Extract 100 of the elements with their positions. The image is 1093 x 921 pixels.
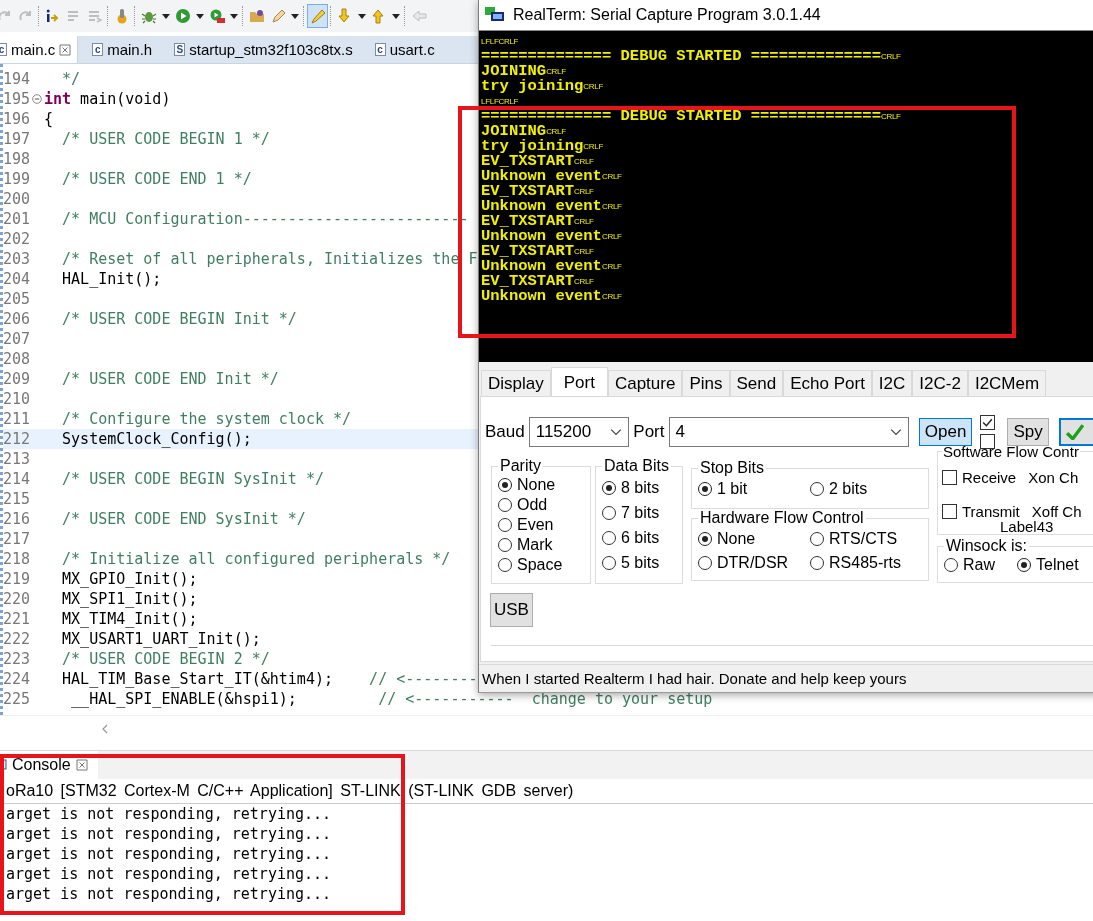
radio-button[interactable]: Raw bbox=[944, 555, 995, 575]
code-line: /* USER CODE END SysInit */ bbox=[61, 509, 306, 529]
field-label: Port bbox=[633, 422, 665, 442]
group-title: Software Flow Contr bbox=[942, 443, 1080, 460]
baud-dropdown[interactable]: 115200 bbox=[528, 417, 630, 447]
radio-button[interactable]: Odd bbox=[498, 495, 584, 515]
console-line: arget is not responding, retrying... bbox=[5, 844, 333, 864]
close-icon[interactable] bbox=[75, 759, 88, 771]
file-icon: c bbox=[0, 43, 7, 56]
highlighter-icon bbox=[309, 8, 326, 24]
editor-tab[interactable]: c main.c bbox=[0, 36, 79, 63]
code-line: HAL_TIM_Base_Start_IT(&htim4); // <-------- bbox=[61, 669, 478, 689]
group-title: Winsock is: bbox=[945, 537, 1028, 555]
code-line: */ bbox=[61, 69, 81, 89]
spy-button[interactable]: Spy bbox=[1007, 418, 1049, 446]
radio-button[interactable]: 7 bits bbox=[602, 500, 676, 525]
radio-button[interactable]: DTR/DSR bbox=[698, 553, 810, 573]
radio-button[interactable]: 1 bit bbox=[698, 479, 810, 499]
tab[interactable]: Echo Port bbox=[783, 370, 872, 396]
code-line: /* USER CODE BEGIN Init */ bbox=[61, 309, 297, 329]
console-line: arget is not responding, retrying... bbox=[5, 804, 333, 824]
line-number: 196 bbox=[3, 109, 30, 129]
tab[interactable]: Capture bbox=[607, 370, 683, 396]
editor-tab[interactable]: c usart.c bbox=[368, 36, 441, 63]
console-line: arget is not responding, retrying... bbox=[5, 864, 333, 884]
line-number: 223 bbox=[3, 649, 30, 669]
line-number: 217 bbox=[3, 529, 30, 549]
caret-icon bbox=[195, 13, 204, 19]
radio-button[interactable]: Space bbox=[498, 555, 584, 575]
radio-button[interactable]: RS485-rts bbox=[810, 553, 922, 573]
field-label: Xon Ch bbox=[1028, 468, 1079, 486]
radio-button[interactable]: Telnet bbox=[1017, 555, 1079, 575]
terminal-line: LFLFCRLF bbox=[481, 36, 520, 48]
radio-button[interactable]: 6 bits bbox=[602, 525, 676, 550]
tab[interactable]: I2C-2 bbox=[912, 370, 968, 396]
radio-button[interactable]: Mark bbox=[498, 535, 584, 555]
line-number: 197 bbox=[3, 129, 30, 149]
line-number: 206 bbox=[3, 309, 30, 329]
line-number: 219 bbox=[3, 569, 30, 589]
line-number: 216 bbox=[3, 509, 30, 529]
tab[interactable]: Display bbox=[481, 370, 551, 396]
tab[interactable]: I2CMem bbox=[967, 370, 1047, 396]
code-line: MX_SPI1_Init(); bbox=[61, 589, 198, 609]
radio-button[interactable]: 8 bits bbox=[602, 475, 676, 500]
console-line: arget is not responding, retrying... bbox=[5, 824, 333, 844]
radio-button[interactable]: None bbox=[698, 529, 810, 549]
usb-button[interactable]: USB bbox=[490, 593, 533, 627]
code-line: { bbox=[44, 109, 54, 129]
group-title: Parity bbox=[499, 457, 542, 475]
line-number: 205 bbox=[3, 289, 30, 309]
open-button[interactable]: Open bbox=[918, 418, 973, 446]
tab[interactable]: Send bbox=[729, 370, 784, 396]
line-number: 202 bbox=[3, 229, 30, 249]
line-number: 209 bbox=[3, 369, 30, 389]
code-line: /* Configure the system clock */ bbox=[61, 409, 352, 429]
terminal-line: LFLFCRLF bbox=[481, 96, 520, 108]
line-number: 218 bbox=[3, 549, 30, 569]
line-number: 222 bbox=[3, 629, 30, 649]
tab[interactable]: Pins bbox=[682, 370, 730, 396]
code-line: /* USER CODE BEGIN SysInit */ bbox=[61, 469, 324, 489]
caret-icon bbox=[290, 13, 299, 19]
caret-icon bbox=[391, 13, 400, 19]
line-number: 200 bbox=[3, 189, 30, 209]
left-arrow-icon bbox=[410, 8, 427, 24]
radio-button[interactable]: 5 bits bbox=[602, 550, 676, 575]
line-number: 213 bbox=[3, 449, 30, 469]
line-number: 221 bbox=[3, 609, 30, 629]
collapse-icon[interactable] bbox=[32, 94, 42, 104]
radio-button[interactable]: None bbox=[498, 475, 584, 495]
line-number: 204 bbox=[3, 269, 30, 289]
line-number: 194 bbox=[3, 69, 30, 89]
editor-tab[interactable]: c main.h bbox=[86, 36, 159, 63]
file-icon: S bbox=[174, 43, 186, 56]
code-line: /* USER CODE END 1 */ bbox=[61, 169, 252, 189]
window-title: RealTerm: Serial Capture Program 3.0.1.44 bbox=[513, 6, 821, 24]
editor-tab[interactable]: S startup_stm32f103c8tx.s bbox=[168, 36, 359, 63]
line-number: 215 bbox=[3, 489, 30, 509]
step-into-icon bbox=[44, 8, 61, 24]
field-label: Baud bbox=[485, 422, 525, 442]
line-number: 195 bbox=[3, 89, 30, 109]
up-arrow-icon bbox=[370, 8, 387, 24]
radio-button[interactable]: 2 bits bbox=[810, 479, 922, 499]
chevron-icon bbox=[889, 428, 902, 436]
group-title: Hardware Flow Control bbox=[699, 509, 865, 527]
close-icon[interactable] bbox=[59, 43, 72, 56]
radio-button[interactable]: Even bbox=[498, 515, 584, 535]
line-number: 207 bbox=[3, 329, 30, 349]
line-number: 214 bbox=[3, 469, 30, 489]
tab[interactable]: Port bbox=[550, 367, 608, 397]
radio-button[interactable]: RTS/CTS bbox=[810, 529, 922, 549]
pen-icon bbox=[269, 8, 286, 24]
checkbox[interactable]: Transmit bbox=[942, 501, 1020, 521]
tab[interactable]: I2C bbox=[871, 370, 913, 396]
field-label: Xoff Ch bbox=[1031, 502, 1082, 520]
port-dropdown[interactable]: 4 bbox=[668, 417, 909, 447]
code-line: MX_GPIO_Init(); bbox=[61, 569, 198, 589]
line-number: 224 bbox=[3, 669, 30, 689]
checkbox[interactable] bbox=[980, 415, 996, 430]
checkbox[interactable]: Receive bbox=[942, 467, 1017, 487]
line-number: 225 bbox=[3, 689, 30, 709]
